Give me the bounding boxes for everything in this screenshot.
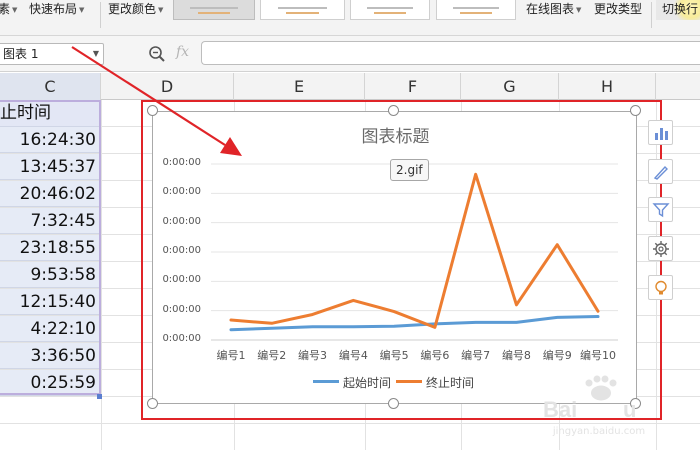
column-headers: C D E F G H [0,73,700,100]
column-header-d[interactable]: D [101,73,234,100]
y-tick-label: 0:00:00 [162,157,201,168]
y-tick-label: 0:00:00 [162,186,201,198]
resize-handle[interactable] [388,398,399,409]
chart-style-thumbnail-3[interactable] [350,0,430,20]
chart-elements-icon [655,128,668,140]
line-chart[interactable]: 图表标题 2.gif 0:00:00 0:00:00 0:00:00 0:00:00 0… [152,111,637,404]
chart-style-thumbnail-4[interactable] [436,0,516,20]
ribbon-separator [100,2,101,28]
chart-style-thumbnail-2[interactable] [260,0,345,20]
ribbon-toolbar: 素 ▼ 快速布局 ▼ 更改颜色 ▼ 在线图表 ▼ 更改类型 切换行 [0,0,700,36]
cell-c-value[interactable]: 20:46:02 [0,181,101,207]
y-tick-label: 0:00:00 [162,245,201,256]
filter-icon [652,203,670,218]
x-tick-label: 编号10 [580,349,616,362]
series-line-end-time[interactable] [229,172,600,329]
y-tick-label: 0:00:00 [162,303,201,315]
cell-c-value[interactable]: 4:22:10 [0,316,101,342]
ribbon-separator [651,2,652,28]
name-box[interactable]: 图表 1 ▼ [0,43,104,65]
x-tick-label: 编号7 [461,349,491,362]
lightbulb-icon [655,280,667,295]
resize-handle[interactable] [630,398,641,409]
x-tick-label: 编号3 [298,349,328,362]
chart-legend[interactable]: 起始时间 终止时间 [153,375,638,391]
tooltip: 2.gif [390,159,429,181]
resize-handle[interactable] [630,105,641,116]
column-header-f[interactable]: F [365,73,461,100]
chart-title[interactable]: 图表标题 [153,122,638,147]
column-header-c[interactable]: C [0,73,101,100]
cell-c-value[interactable]: 9:53:58 [0,262,101,288]
x-tick-label: 编号8 [501,349,531,362]
cell-c-value[interactable]: 0:25:59 [0,370,101,396]
y-tick-label: 0:00:00 [162,274,201,286]
cell-c-value[interactable]: 23:18:55 [0,235,101,261]
legend-swatch [396,380,422,383]
x-tick-label: 编号5 [379,349,409,362]
ribbon-element-button[interactable]: 素 ▼ [0,0,17,18]
cell-c-value[interactable]: 3:36:50 [0,343,101,369]
column-header-g[interactable]: G [461,73,559,100]
x-tick-label: 编号1 [216,349,246,362]
legend-item[interactable]: 起始时间 [313,375,391,391]
quick-layout-button[interactable]: 快速布局 ▼ [29,0,84,18]
chart-filter-button[interactable] [648,197,673,222]
formula-input[interactable] [201,41,700,65]
resize-handle[interactable] [147,398,158,409]
column-header-h[interactable]: H [559,73,656,100]
cell-c-value[interactable]: 12:15:40 [0,289,101,315]
chart-style-thumbnail-1[interactable] [173,0,255,20]
gear-icon [653,241,669,257]
switch-row-column-button[interactable]: 切换行 [656,0,700,20]
chart-tips-button[interactable] [648,275,673,300]
change-type-button[interactable]: 更改类型 [594,0,642,18]
x-tick-label: 编号2 [257,349,287,362]
chart-style-button[interactable] [648,159,673,184]
cell-c-value[interactable]: 16:24:30 [0,127,101,153]
fill-handle[interactable] [97,394,102,399]
cell-c-value[interactable]: 7:32:45 [0,208,101,234]
x-tick-label: 编号6 [420,349,450,362]
legend-label: 终止时间 [426,376,475,390]
y-tick-label: 0:00:00 [162,215,201,227]
brush-icon [653,165,668,180]
x-tick-label: 编号9 [542,349,572,362]
y-tick-label: 0:00:00 [162,333,201,344]
x-tick-label: 编号4 [338,349,368,362]
chart-elements-button[interactable] [648,120,673,145]
fx-icon[interactable]: fx [176,44,189,60]
zoom-icon[interactable] [148,45,166,63]
online-chart-button[interactable]: 在线图表 ▼ [526,0,581,18]
legend-label: 起始时间 [343,376,392,390]
chart-settings-button[interactable] [648,236,673,261]
cell-c-value[interactable]: 13:45:37 [0,154,101,180]
column-header-e[interactable]: E [234,73,365,100]
resize-handle[interactable] [388,105,399,116]
legend-swatch [313,380,339,383]
resize-handle[interactable] [147,105,158,116]
chevron-down-icon: ▼ [92,49,99,58]
change-color-button[interactable]: 更改颜色 ▼ [108,0,163,18]
cell-c-header[interactable]: 止时间 [0,100,101,127]
spreadsheet-window: 素 ▼ 快速布局 ▼ 更改颜色 ▼ 在线图表 ▼ 更改类型 切换行 图表 1 ▼ fx C… [0,0,700,450]
formula-bar: 图表 1 ▼ fx [0,36,700,72]
legend-item[interactable]: 终止时间 [396,375,474,391]
